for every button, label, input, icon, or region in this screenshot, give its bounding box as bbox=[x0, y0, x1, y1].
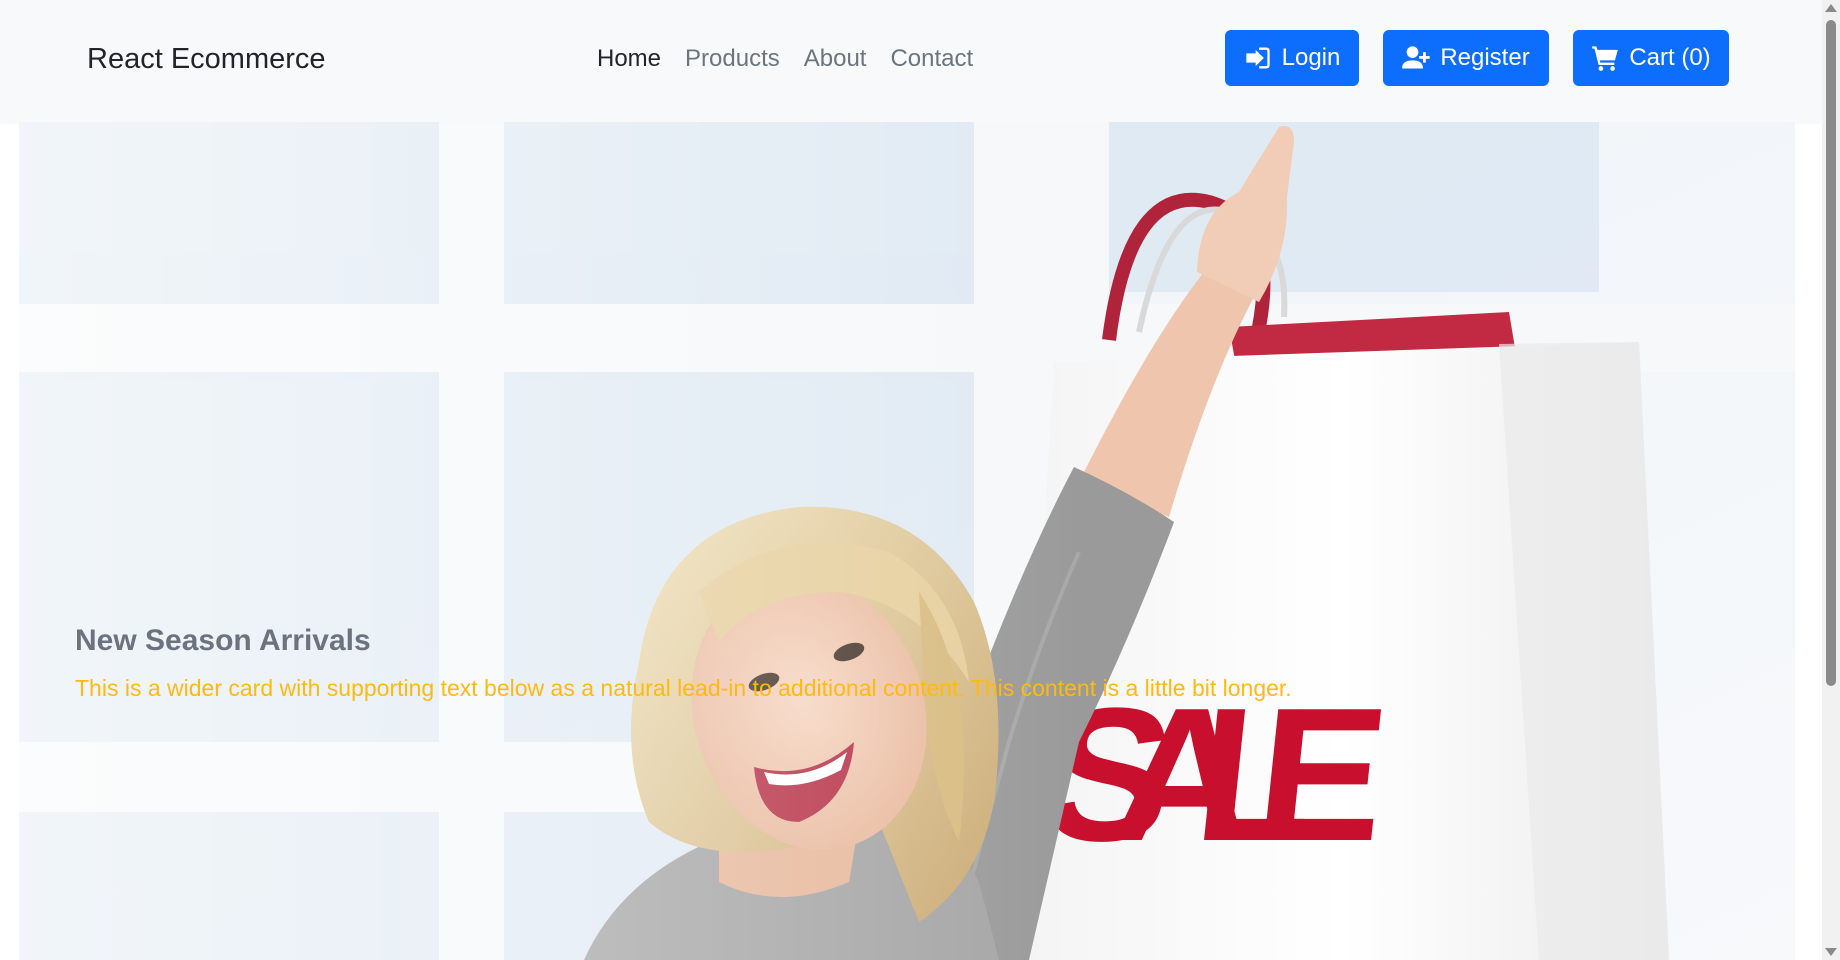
nav-link-products[interactable]: Products bbox=[685, 42, 780, 76]
register-label: Register bbox=[1440, 44, 1530, 71]
cart-label: Cart (0) bbox=[1629, 44, 1711, 71]
register-button[interactable]: Register bbox=[1383, 30, 1549, 86]
sign-in-icon bbox=[1244, 44, 1272, 72]
hero-title: New Season Arrivals bbox=[75, 624, 371, 657]
hero-text: This is a wider card with supporting tex… bbox=[75, 675, 1292, 701]
cart-button[interactable]: Cart (0) bbox=[1573, 30, 1729, 86]
page-scrollbar[interactable] bbox=[1822, 0, 1840, 960]
hero-banner: SALE New Season Arrivals This is a wider… bbox=[19, 122, 1795, 960]
brand-logo[interactable]: React Ecommerce bbox=[87, 41, 326, 77]
nav-links: Home Products About Contact bbox=[597, 42, 973, 76]
login-label: Login bbox=[1281, 44, 1341, 71]
user-plus-icon bbox=[1402, 44, 1430, 72]
nav-link-about[interactable]: About bbox=[804, 42, 867, 76]
scroll-down-icon[interactable] bbox=[1825, 948, 1837, 956]
nav-link-home[interactable]: Home bbox=[597, 42, 661, 76]
hero-overlay bbox=[19, 122, 1795, 960]
nav-link-contact[interactable]: Contact bbox=[890, 42, 973, 76]
login-button[interactable]: Login bbox=[1225, 30, 1359, 86]
scroll-up-icon[interactable] bbox=[1825, 4, 1837, 12]
navbar: React Ecommerce Home Products About Cont… bbox=[0, 0, 1822, 122]
cart-icon bbox=[1591, 44, 1619, 72]
scrollbar-thumb[interactable] bbox=[1826, 20, 1836, 686]
